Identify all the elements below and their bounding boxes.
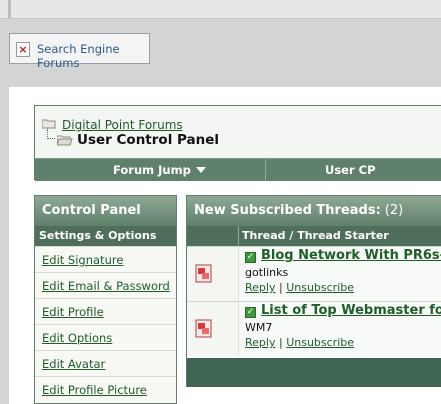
thread-starter: gotlinks (245, 266, 289, 279)
threads-title-text: New Subscribed Threads: (194, 203, 381, 218)
settings-options-header: Settings & Options (35, 226, 176, 246)
user-cp-link[interactable]: User CP (325, 163, 376, 177)
broken-image-icon: × (16, 42, 30, 57)
sidebar-item-edit-options: Edit Options (35, 324, 176, 350)
breadcrumb: Digital Point Forums User Control Panel (35, 106, 441, 158)
threads-count: (2) (384, 203, 404, 218)
thread-spacer-cell (220, 302, 239, 356)
forum-jump-menu[interactable]: Forum Jump (113, 163, 206, 177)
subscribed-threads-panel: New Subscribed Threads: (2) Thread / Thre… (186, 195, 441, 387)
breadcrumb-parent-link[interactable]: Digital Point Forums (62, 118, 183, 132)
thread-main-cell: ✓ List of Top Webmaster fo WM7 Reply | U… (239, 302, 441, 356)
browser-tab[interactable]: × Search Engine Forums (9, 33, 150, 70)
thread-status-icon (195, 319, 212, 338)
control-panel: Control Panel Settings & Options Edit Si… (34, 195, 177, 404)
threads-footer (187, 358, 441, 387)
sidebar-item-edit-avatar: Edit Avatar (35, 350, 176, 376)
page-title: User Control Panel (77, 132, 220, 148)
sidebar-item-edit-signature: Edit Signature (35, 246, 176, 272)
sidebar-link[interactable]: Edit Profile (42, 305, 104, 319)
thread-title-link[interactable]: Blog Network With PR6s- (261, 248, 441, 263)
action-separator: | (278, 336, 283, 349)
thread-main-cell: ✓ Blog Network With PR6s- gotlinks Reply… (239, 247, 441, 301)
sidebar-link[interactable]: Edit Options (42, 331, 112, 345)
thread-status-icon (195, 264, 212, 283)
reply-link[interactable]: Reply (245, 336, 275, 349)
column-header-thread: Thread / Thread Starter (239, 226, 441, 246)
thread-row: ✓ Blog Network With PR6s- gotlinks Reply… (187, 246, 441, 301)
top-strip (0, 0, 441, 19)
check-icon: ✓ (245, 307, 256, 318)
chevron-down-icon (195, 167, 206, 173)
sidebar-link[interactable]: Edit Avatar (42, 357, 105, 371)
unsubscribe-link[interactable]: Unsubscribe (286, 336, 354, 349)
tab-label: Search Engine Forums (37, 42, 120, 70)
top-strip-divider (8, 0, 11, 18)
sidebar-item-edit-profile: Edit Profile (35, 298, 176, 324)
action-separator: | (278, 281, 283, 294)
check-icon: ✓ (245, 252, 256, 263)
sidebar-link[interactable]: Edit Email & Password (42, 279, 170, 293)
thread-starter: WM7 (245, 321, 273, 334)
reply-link[interactable]: Reply (245, 281, 275, 294)
folder-icon (42, 119, 56, 129)
thread-icon-cell (187, 247, 221, 301)
navbar-divider (265, 159, 266, 181)
thread-title-link[interactable]: List of Top Webmaster fo (261, 303, 441, 318)
thread-actions: Reply | Unsubscribe (245, 336, 354, 349)
sidebar-item-edit-profile-picture: Edit Profile Picture (35, 376, 176, 402)
forum-jump-label: Forum Jump (113, 163, 191, 177)
navbar: Forum Jump User CP (35, 158, 441, 181)
navbar-box: Digital Point Forums User Control Panel … (34, 105, 441, 181)
column-header-icon (187, 226, 239, 246)
sidebar-link[interactable]: Edit Signature (42, 253, 123, 267)
thread-actions: Reply | Unsubscribe (245, 281, 354, 294)
thread-row: ✓ List of Top Webmaster fo WM7 Reply | U… (187, 301, 441, 356)
thread-icon-cell (187, 302, 221, 356)
sidebar-item-edit-email-password: Edit Email & Password (35, 272, 176, 298)
subscribed-threads-title: New Subscribed Threads: (2) (187, 196, 441, 226)
sidebar-link[interactable]: Edit Profile Picture (42, 383, 147, 397)
control-panel-title: Control Panel (35, 196, 176, 226)
tree-connector (47, 129, 55, 139)
unsubscribe-link[interactable]: Unsubscribe (286, 281, 354, 294)
thread-spacer-cell (220, 247, 239, 301)
open-folder-icon (57, 135, 73, 146)
